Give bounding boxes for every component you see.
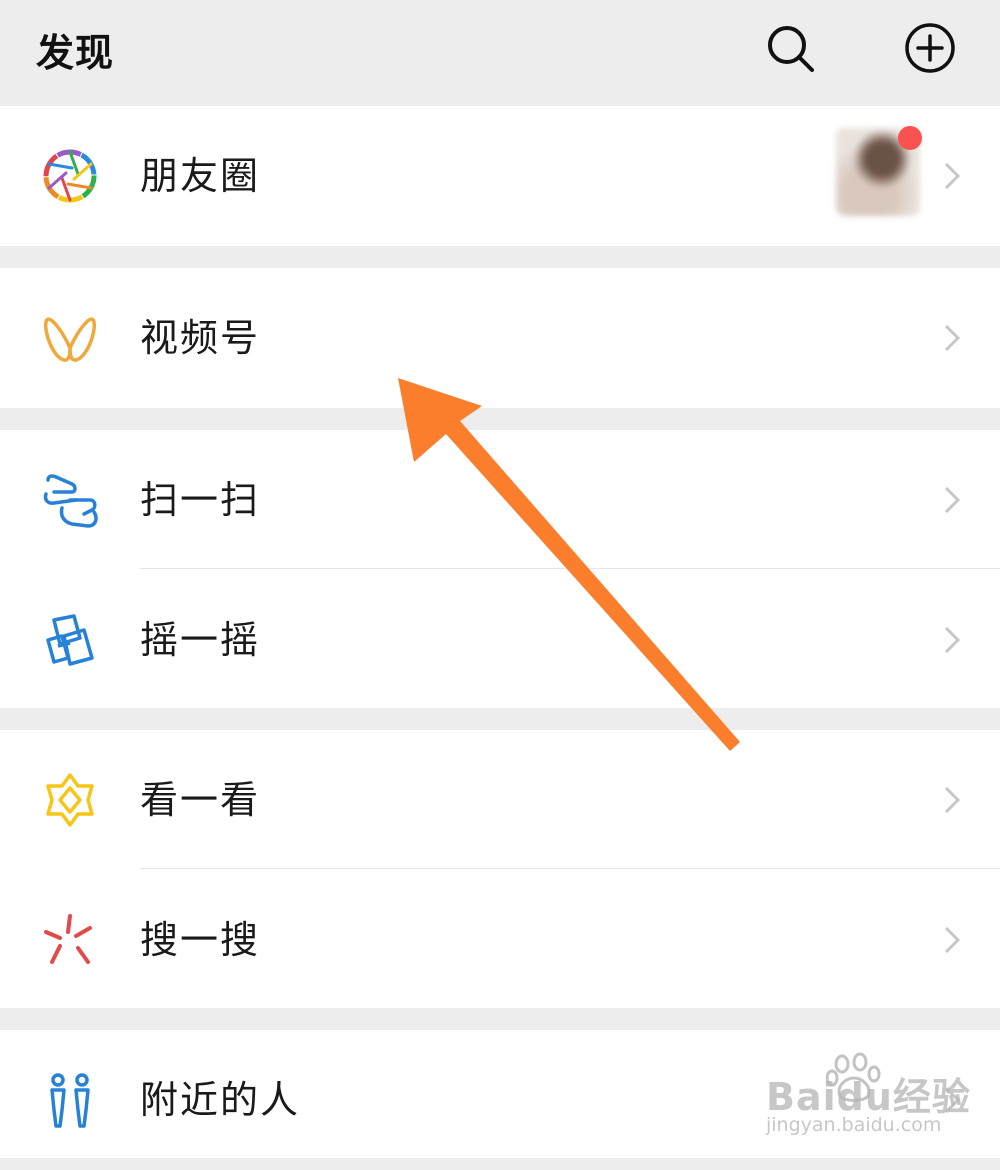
plus-circle-icon (905, 23, 955, 73)
chevron-right-icon (940, 920, 964, 960)
top-bar: 发现 (0, 0, 1000, 106)
divider (140, 568, 1000, 569)
chevron-right-icon (940, 620, 964, 660)
chevron-right-icon (940, 156, 964, 196)
group-stories-search: 看一看 搜一搜 (0, 730, 1000, 1008)
top-stories-icon (40, 770, 100, 830)
list-item-label: 视频号 (140, 316, 261, 360)
chevron-right-icon (940, 318, 964, 358)
list-item-label: 附近的人 (140, 1078, 301, 1122)
divider (140, 868, 1000, 869)
list-item-scan[interactable]: 扫一扫 (0, 430, 1000, 570)
people-nearby-icon (40, 1070, 100, 1130)
list-item-search[interactable]: 搜一搜 (0, 870, 1000, 1010)
list-item-label: 扫一扫 (140, 478, 261, 522)
chevron-right-icon (940, 480, 964, 520)
channels-icon (40, 308, 100, 368)
page-title: 发现 (36, 31, 115, 75)
group-channels: 视频号 (0, 268, 1000, 408)
search-button[interactable] (762, 20, 818, 76)
watermark-brand: Baidu经验 (766, 1075, 971, 1119)
chevron-right-icon (940, 780, 964, 820)
watermark-url: jingyan.baidu.com (766, 1114, 942, 1136)
notification-dot (898, 126, 922, 150)
list-item-top-stories[interactable]: 看一看 (0, 730, 1000, 870)
list-item-shake[interactable]: 摇一摇 (0, 570, 1000, 710)
search-icon (768, 26, 814, 72)
group-scan-shake: 扫一扫 摇一摇 (0, 430, 1000, 708)
list-item-label: 看一看 (140, 778, 261, 822)
search-sparkle-icon (40, 910, 100, 970)
moments-aperture-icon (40, 146, 100, 206)
list-item-label: 搜一搜 (140, 918, 261, 962)
scan-icon (40, 470, 100, 530)
list-item-label: 摇一摇 (140, 618, 261, 662)
list-item-channels[interactable]: 视频号 (0, 268, 1000, 408)
list-item-label: 朋友圈 (140, 154, 261, 198)
add-button[interactable] (902, 20, 958, 76)
baidu-watermark: Baidu经验 jingyan.baidu.com (766, 1052, 986, 1142)
shake-icon (40, 610, 100, 670)
